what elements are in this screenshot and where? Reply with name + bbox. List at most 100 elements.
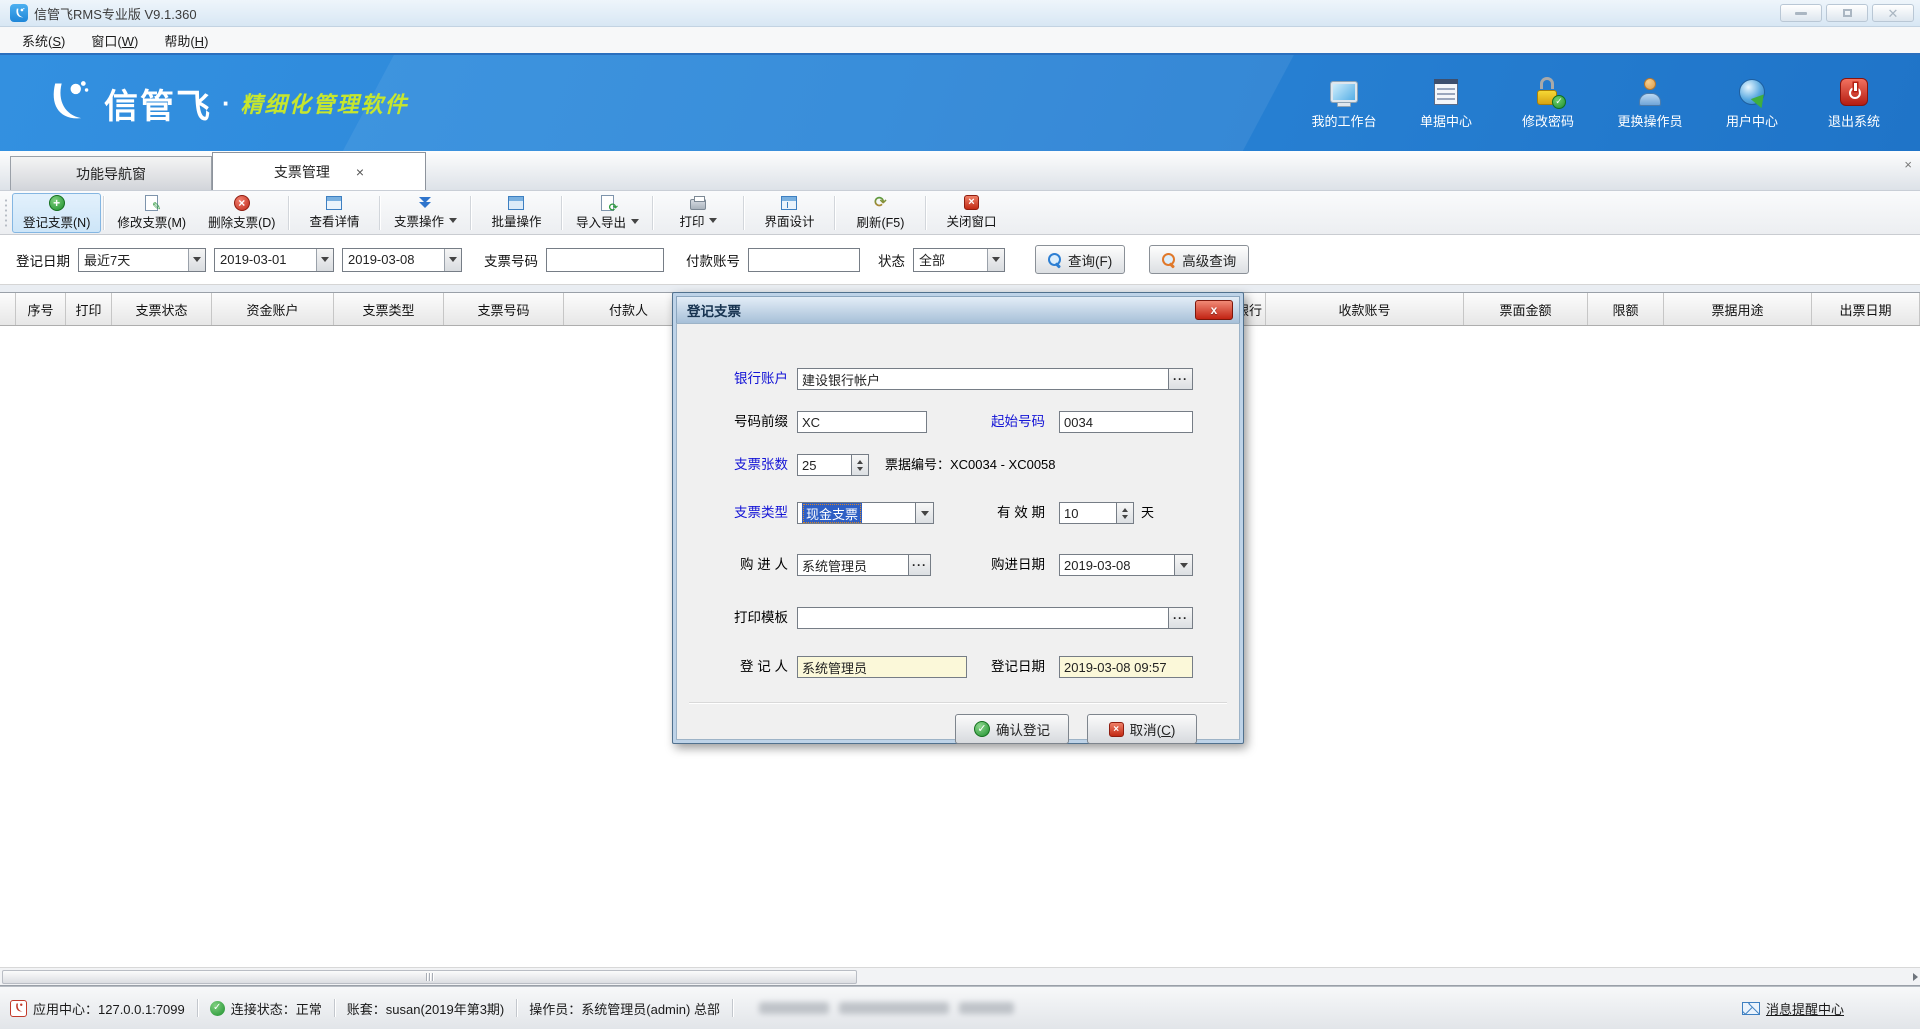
date-range-select[interactable]: 最近7天	[78, 248, 206, 272]
status-select[interactable]: 全部	[913, 248, 1005, 272]
banner-action-switch-operator[interactable]: 更换操作员	[1612, 77, 1688, 130]
number-prefix-input[interactable]: XC	[797, 411, 927, 433]
horizontal-scrollbar[interactable]	[0, 967, 1920, 985]
column-seq[interactable]: 序号	[16, 293, 66, 325]
column-fund-account[interactable]: 资金账户	[212, 293, 334, 325]
import-export-button[interactable]: ⟳ 导入导出	[564, 193, 650, 233]
confirm-check-icon: ✓	[974, 721, 990, 737]
dropdown-arrow-icon	[631, 219, 639, 224]
minimize-button[interactable]	[1780, 4, 1822, 22]
window-title: 信管飞RMS专业版 V9.1.360	[34, 4, 197, 23]
message-center-link[interactable]: 消息提醒中心	[1742, 999, 1844, 1018]
banner-action-documents[interactable]: 单据中心	[1408, 77, 1484, 130]
cancel-button[interactable]: × 取消(C)	[1087, 714, 1197, 744]
column-check-no[interactable]: 支票号码	[444, 293, 564, 325]
refresh-button[interactable]: ⟳ 刷新(F5)	[837, 193, 923, 233]
banner-action-exit[interactable]: 退出系统	[1816, 77, 1892, 130]
register-check-button[interactable]: + 登记支票(N)	[12, 193, 101, 233]
tab-check-management[interactable]: 支票管理 ×	[212, 152, 426, 190]
date-to-select[interactable]: 2019-03-08	[342, 248, 462, 272]
filter-bar: 登记日期 最近7天 2019-03-01 2019-03-08 支票号码 付款账…	[0, 235, 1920, 285]
close-window-icon: ×	[964, 195, 979, 210]
buy-date-select[interactable]: 2019-03-08	[1059, 554, 1175, 576]
modify-check-button[interactable]: ✎ 修改支票(M)	[106, 193, 197, 233]
delete-check-button[interactable]: × 删除支票(D)	[197, 193, 286, 233]
chevron-down-icon[interactable]	[316, 249, 333, 271]
dialog-titlebar[interactable]: 登记支票 x	[676, 296, 1240, 323]
check-type-dropdown-icon[interactable]	[916, 502, 934, 524]
registrant-input: 系统管理员	[797, 656, 967, 678]
check-count-label: 支票张数	[712, 454, 788, 476]
bank-account-input[interactable]: 建设银行帐户	[797, 368, 1169, 390]
buyer-browse-button[interactable]: ···	[909, 554, 931, 576]
validity-input[interactable]: 10	[1059, 502, 1117, 524]
close-button[interactable]: ✕	[1872, 4, 1914, 22]
statusbar: 应用中心：127.0.0.1:7099 ✓ 连接状态：正常 账套：susan(2…	[0, 986, 1920, 1029]
date-from-select[interactable]: 2019-03-01	[214, 248, 334, 272]
power-icon	[1839, 77, 1869, 107]
start-number-input[interactable]: 0034	[1059, 411, 1193, 433]
column-issue-date[interactable]: 出票日期	[1812, 293, 1920, 325]
close-window-button[interactable]: × 关闭窗口	[928, 193, 1014, 233]
menu-system[interactable]: 系统(S)	[10, 27, 77, 54]
check-no-input[interactable]	[546, 248, 664, 272]
dropdown-arrow-icon	[709, 218, 717, 223]
ui-design-button[interactable]: 界面设计	[746, 193, 832, 233]
app-logo-icon	[10, 4, 28, 22]
banner-action-workstation[interactable]: 我的工作台	[1306, 77, 1382, 130]
check-toolbar: + 登记支票(N) ✎ 修改支票(M) × 删除支票(D) 查看详情 支票操作 …	[0, 191, 1920, 235]
batch-operations-button[interactable]: 批量操作	[473, 193, 559, 233]
print-template-label: 打印模板	[712, 607, 788, 629]
query-button[interactable]: 查询(F)	[1035, 245, 1125, 274]
register-date-input: 2019-03-08 09:57	[1059, 656, 1193, 678]
tab-function-navigator[interactable]: 功能导航窗	[10, 156, 212, 190]
buy-date-dropdown-icon[interactable]	[1175, 554, 1193, 576]
payer-account-input[interactable]	[748, 248, 860, 272]
registrant-label: 登 记 人	[712, 656, 788, 678]
tabbar-close-icon[interactable]: ×	[1904, 157, 1912, 172]
chevron-down-icon[interactable]	[188, 249, 205, 271]
refresh-icon: ⟳	[874, 195, 887, 211]
buy-date-label: 购进日期	[969, 554, 1045, 576]
print-template-browse-button[interactable]: ···	[1169, 607, 1193, 629]
dialog-close-button[interactable]: x	[1195, 300, 1233, 320]
check-type-select[interactable]: 现金支票	[797, 502, 916, 524]
banner-action-change-password[interactable]: ✓ 修改密码	[1510, 77, 1586, 130]
account-set-status: 账套：susan(2019年第3期)	[347, 999, 505, 1018]
buyer-input[interactable]: 系统管理员	[797, 554, 909, 576]
confirm-register-button[interactable]: ✓ 确认登记	[955, 714, 1069, 744]
column-payee-account[interactable]: 收款账号	[1266, 293, 1464, 325]
validity-spinner[interactable]	[1117, 502, 1134, 524]
user-switch-icon	[1635, 77, 1665, 107]
dropdown-arrow-icon	[449, 218, 457, 223]
column-face-amount[interactable]: 票面金额	[1464, 293, 1588, 325]
chevron-down-icon[interactable]	[987, 249, 1004, 271]
check-count-input[interactable]: 25	[797, 454, 852, 476]
scrollbar-thumb[interactable]	[2, 970, 857, 984]
view-details-button[interactable]: 查看详情	[291, 193, 377, 233]
cancel-x-icon: ×	[1109, 722, 1124, 737]
print-button[interactable]: 打印	[655, 193, 741, 233]
document-tabbar: 功能导航窗 支票管理 × ×	[0, 151, 1920, 191]
column-purpose[interactable]: 票据用途	[1664, 293, 1812, 325]
print-template-input[interactable]	[797, 607, 1169, 629]
menu-window[interactable]: 窗口(W)	[79, 27, 150, 54]
column-check-status[interactable]: 支票状态	[112, 293, 212, 325]
chevron-down-icon[interactable]	[444, 249, 461, 271]
column-check-type[interactable]: 支票类型	[334, 293, 444, 325]
banner-action-user-center[interactable]: 用户中心	[1714, 77, 1790, 130]
check-operations-button[interactable]: 支票操作	[382, 193, 468, 233]
check-count-spinner[interactable]	[852, 454, 869, 476]
column-limit[interactable]: 限额	[1588, 293, 1664, 325]
bank-account-browse-button[interactable]: ···	[1169, 368, 1193, 390]
bank-account-label: 银行账户	[712, 368, 788, 390]
buyer-label: 购 进 人	[712, 554, 788, 576]
lock-check-icon: ✓	[1533, 77, 1563, 107]
column-print[interactable]: 打印	[66, 293, 112, 325]
advanced-query-button[interactable]: 高级查询	[1149, 245, 1249, 274]
menu-help[interactable]: 帮助(H)	[152, 27, 220, 54]
scroll-right-arrow-icon[interactable]	[1913, 973, 1918, 981]
restore-button[interactable]	[1826, 4, 1868, 22]
workstation-monitor-icon	[1329, 77, 1359, 107]
tab-close-icon[interactable]: ×	[356, 164, 364, 180]
